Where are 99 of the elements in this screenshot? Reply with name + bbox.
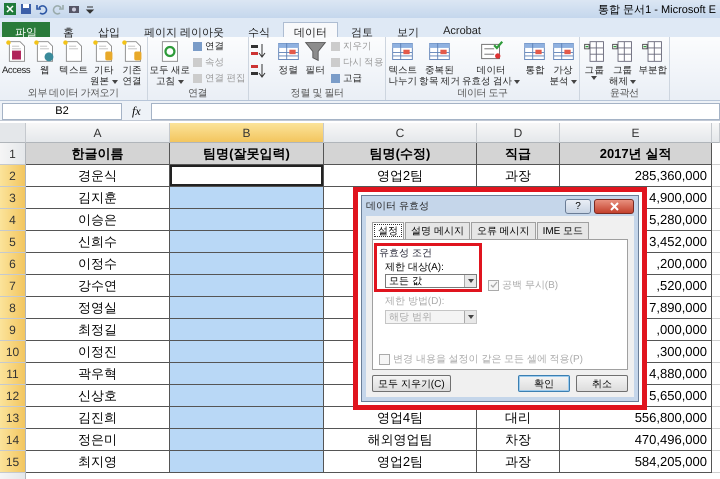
ribbon-tab[interactable]: 검토 xyxy=(340,22,384,37)
caret-icon xyxy=(468,279,474,283)
ribbon-button[interactable]: 모두 새로 고침 xyxy=(148,39,192,87)
clear-all-button[interactable]: 모두 지우기(C) xyxy=(372,375,451,392)
ok-button[interactable]: 확인 xyxy=(518,375,570,392)
ribbon-button[interactable]: Access xyxy=(1,39,32,76)
caret-icon xyxy=(112,80,118,84)
ribbon-tab[interactable]: Acrobat xyxy=(432,22,492,37)
spreadsheet-app-icon xyxy=(4,3,16,15)
row-header[interactable]: 4 xyxy=(0,209,26,231)
camera-icon[interactable] xyxy=(68,3,80,15)
help-button[interactable]: ? xyxy=(565,198,591,214)
ribbon-button[interactable]: 통합 xyxy=(521,39,548,76)
dialog-tab[interactable]: 설명 메시지 xyxy=(405,222,470,239)
row-header[interactable]: 7 xyxy=(0,275,26,297)
ribbon-button[interactable]: 필터 xyxy=(302,39,329,76)
ribbon-button[interactable]: 웹 xyxy=(31,39,58,76)
caret-icon xyxy=(630,80,636,84)
funnel-icon xyxy=(302,39,328,64)
header-cell: 한글이름 xyxy=(26,143,170,165)
row-header[interactable]: 9 xyxy=(0,319,26,341)
ribbon-tab[interactable]: 페이지 레이아웃 xyxy=(133,22,236,37)
ribbon-button[interactable]: 텍스트 나누기 xyxy=(387,39,418,87)
formula-field[interactable] xyxy=(150,102,720,120)
ribbon-tab[interactable]: 보기 xyxy=(386,22,430,37)
group-label: 연결 xyxy=(187,88,208,100)
group-label: 외부 데이터 가져오기 xyxy=(26,88,120,100)
table-cell: 영업2팀 xyxy=(324,451,477,473)
row-header[interactable]: 15 xyxy=(0,451,26,473)
ribbon-button[interactable]: 기타 원본 xyxy=(89,39,118,87)
ribbon-button[interactable]: 텍스트 xyxy=(58,39,90,76)
ribbon-button[interactable]: 부분합 xyxy=(637,39,668,76)
dialog-tab[interactable]: IME 모드 xyxy=(536,222,590,239)
column-header[interactable]: C xyxy=(324,123,477,143)
table-cell: 470,496,000 xyxy=(560,429,712,451)
field-label: 제한 대상(A): xyxy=(384,261,445,274)
table-cell: 과장 xyxy=(477,451,560,473)
ribbon-button[interactable]: 중복된 항목 제거 xyxy=(418,39,461,87)
check-icon xyxy=(490,281,498,289)
insert-function-button[interactable]: fx xyxy=(128,104,145,118)
group-label: 유효성 조건 xyxy=(379,247,433,260)
ribbon-tab[interactable]: 삽입 xyxy=(87,22,131,37)
table-cell: 584,205,000 xyxy=(560,451,712,473)
ribbon-small-button[interactable]: 연결 xyxy=(191,39,247,54)
name-box[interactable]: B2 xyxy=(2,102,122,120)
row-header[interactable]: 8 xyxy=(0,297,26,319)
row-header[interactable]: 1 xyxy=(0,143,26,165)
ribbon-button[interactable]: 정렬 xyxy=(274,39,302,76)
header-cell: 2017년 실적 xyxy=(560,143,712,165)
header-cell: 팀명(수정) xyxy=(324,143,477,165)
row-header[interactable]: 10 xyxy=(0,341,26,363)
close-button[interactable] xyxy=(594,198,634,214)
dialog-tab[interactable]: 설정 xyxy=(372,222,404,239)
column-header[interactable]: D xyxy=(477,123,560,143)
row-header[interactable]: 6 xyxy=(0,253,26,275)
ribbon-tab[interactable]: 데이터 xyxy=(283,22,338,37)
column-header[interactable]: A xyxy=(26,123,170,143)
row-header[interactable]: 12 xyxy=(0,385,26,407)
table-cell: 해외영업팀 xyxy=(324,429,477,451)
document-icon xyxy=(120,39,144,64)
ribbon-button[interactable]: 그룹 xyxy=(580,39,608,80)
window-title: 통합 문서1 - Microsoft E xyxy=(598,2,716,16)
ribbon-button[interactable]: 가상 분석 xyxy=(548,39,578,87)
ribbon-button[interactable]: 기존 연결 xyxy=(118,39,146,87)
column-header[interactable]: B xyxy=(170,123,324,143)
caret-icon xyxy=(514,80,520,84)
ribbon-tab[interactable]: 수식 xyxy=(237,22,282,37)
group-label: 윤곽선 xyxy=(609,88,640,100)
sort-ascending-icon[interactable] xyxy=(250,43,266,59)
caret-icon xyxy=(570,80,577,84)
outline-icon xyxy=(582,39,607,64)
table-cell: 차장 xyxy=(477,429,560,451)
caret-icon xyxy=(178,80,184,84)
field-label: 제한 방법(D): xyxy=(384,295,446,308)
header-cell: 팀명(잘못입력) xyxy=(170,143,324,165)
row-header[interactable]: 2 xyxy=(0,165,26,187)
save-icon[interactable] xyxy=(20,3,32,15)
ribbon-small-button[interactable]: 고급 xyxy=(328,71,384,86)
row-header[interactable]: 13 xyxy=(0,407,26,429)
group-label: 데이터 도구 xyxy=(456,88,509,100)
column-header[interactable]: E xyxy=(560,123,712,143)
row-header[interactable]: 3 xyxy=(0,187,26,209)
ribbon-button[interactable]: 데이터 유효성 검사 xyxy=(460,39,522,87)
group-label: 정렬 및 필터 xyxy=(290,88,344,100)
ribbon-tab[interactable]: 홈 xyxy=(52,22,85,37)
caret-icon xyxy=(591,76,598,80)
header-cell: 직급 xyxy=(477,143,560,165)
ribbon-button[interactable]: 그룹 해제 xyxy=(608,39,638,87)
allow-dropdown[interactable]: 모든 값 xyxy=(385,274,477,288)
dialog-tab[interactable]: 오류 메시지 xyxy=(470,222,536,239)
dialog-title: 데이터 유효성 xyxy=(366,200,430,213)
row-header[interactable]: 5 xyxy=(0,231,26,253)
sort-descending-icon[interactable] xyxy=(250,63,266,79)
undo-icon[interactable] xyxy=(36,3,48,15)
caret-icon xyxy=(468,315,474,319)
row-header[interactable]: 14 xyxy=(0,429,26,451)
row-header[interactable]: 11 xyxy=(0,363,26,385)
cancel-button[interactable]: 취소 xyxy=(576,375,628,392)
close-icon xyxy=(610,202,618,210)
